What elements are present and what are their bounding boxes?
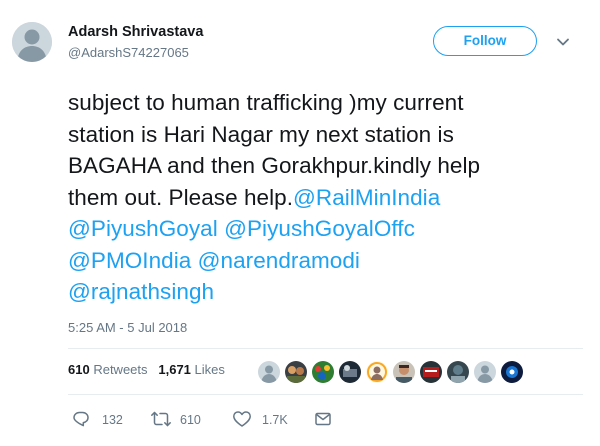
reply-count: 132 — [102, 413, 123, 427]
chevron-down-icon[interactable] — [555, 34, 571, 50]
tweet-stats: 610 Retweets 1,671 Likes — [68, 362, 225, 377]
mention-link[interactable]: @PiyushGoyal — [68, 216, 218, 241]
liker-avatar[interactable] — [447, 361, 469, 383]
author-handle[interactable]: @AdarshS74227065 — [68, 45, 189, 60]
liker-avatar[interactable] — [258, 361, 280, 383]
follow-button[interactable]: Follow — [433, 26, 537, 56]
retweet-count: 610 — [180, 413, 201, 427]
tweet-text-line: BAGAHA and then Gorakhpur.kindly help — [68, 153, 481, 178]
tweet-timestamp[interactable]: 5:25 AM - 5 Jul 2018 — [68, 320, 187, 335]
liker-avatar[interactable] — [474, 361, 496, 383]
liker-avatar[interactable] — [366, 361, 388, 383]
retweets-count: 610 — [68, 362, 90, 377]
mention-link[interactable]: @RailMinIndia — [293, 185, 440, 210]
mention-link[interactable]: @PiyushGoyalOffc — [224, 216, 415, 241]
divider — [68, 348, 583, 349]
mention-link[interactable]: @PMOIndia — [68, 248, 191, 273]
heart-icon — [233, 411, 251, 427]
retweets-label: Retweets — [93, 362, 148, 377]
likes-count: 1,671 — [158, 362, 191, 377]
retweets-stat[interactable]: 610 Retweets — [68, 362, 148, 377]
divider — [68, 394, 583, 395]
liker-avatar[interactable] — [339, 361, 361, 383]
tweet-actions: 132 610 1.7K — [68, 408, 368, 430]
tweet-text-line: subject to human trafficking )my current — [68, 90, 464, 115]
author-avatar[interactable] — [12, 22, 52, 62]
tweet-text: subject to human trafficking )my current… — [68, 87, 583, 308]
liker-avatar[interactable] — [420, 361, 442, 383]
like-count: 1.7K — [262, 413, 288, 427]
retweet-icon — [151, 411, 171, 427]
tweet-text-line: @PiyushGoyal @PiyushGoyalOffc — [68, 213, 583, 245]
likes-stat[interactable]: 1,671 Likes — [158, 362, 225, 377]
liker-avatar[interactable] — [312, 361, 334, 383]
likes-label: Likes — [194, 362, 225, 377]
mention-link[interactable]: @rajnathsingh — [68, 279, 214, 304]
liker-avatar[interactable] — [501, 361, 523, 383]
liker-avatar[interactable] — [285, 361, 307, 383]
envelope-icon — [315, 412, 331, 426]
reply-icon — [73, 411, 89, 427]
default-avatar-icon — [12, 22, 52, 62]
mention-link[interactable]: @narendramodi — [198, 248, 360, 273]
author-display-name[interactable]: Adarsh Shrivastava — [68, 24, 203, 40]
tweet-text-line: them out. Please help.@RailMinIndia — [68, 182, 583, 214]
tweet-text-fragment: them out. Please help. — [68, 184, 293, 210]
liker-avatar[interactable] — [393, 361, 415, 383]
tweet-card: Adarsh Shrivastava @AdarshS74227065 Foll… — [0, 0, 600, 446]
tweet-text-line: station is Hari Nagar my next station is — [68, 121, 454, 147]
tweet-text-line: @PMOIndia @narendramodi — [68, 245, 583, 277]
tweet-text-line: @rajnathsingh — [68, 276, 583, 308]
